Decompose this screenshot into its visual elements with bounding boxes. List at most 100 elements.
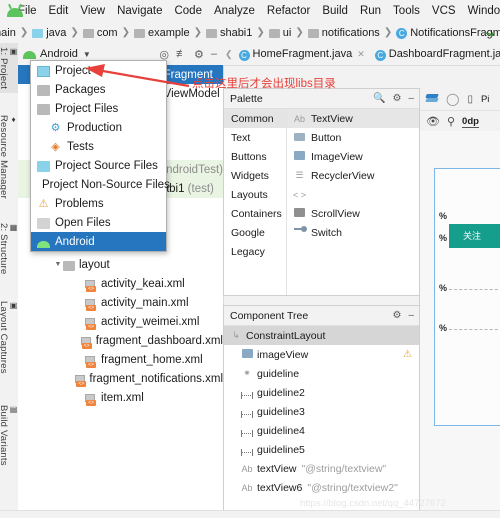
- project-tree-row[interactable]: <> item.xml: [18, 388, 223, 407]
- menu-navigate[interactable]: Navigate: [111, 3, 168, 19]
- project-tree-row[interactable]: <> activity_weimei.xml: [18, 312, 223, 331]
- xml-layout-icon: <>: [85, 317, 97, 330]
- project-tree-row[interactable]: <> fragment_notifications.xml: [18, 369, 223, 388]
- project-tree-row[interactable]: <> fragment_home.xml: [18, 350, 223, 369]
- palette-item-fragment[interactable]: < >: [287, 185, 420, 204]
- tab-dashboard-fragment[interactable]: C DashboardFragment.java ✕: [369, 43, 500, 65]
- settings-gear-icon[interactable]: ⚙: [194, 48, 204, 61]
- project-tree-row[interactable]: <> activity_main.xml: [18, 293, 223, 312]
- dropdown-item-tests[interactable]: ◈ Tests: [31, 137, 166, 156]
- hide-icon[interactable]: –: [408, 310, 414, 321]
- palette-item-scrollview[interactable]: ScrollView: [287, 204, 420, 223]
- palette-item-imageview[interactable]: ImageView: [287, 147, 420, 166]
- project-view-selector-label[interactable]: Android: [40, 48, 78, 60]
- project-panel-toolbar: ◎ ≢ ⚙ –: [159, 48, 223, 61]
- palette-category-text[interactable]: Text: [224, 128, 286, 147]
- device-label[interactable]: Pi: [481, 94, 489, 105]
- dropdown-item-open-files[interactable]: Open Files: [31, 213, 166, 232]
- design-canvas[interactable]: 关注 % % % %: [420, 131, 500, 517]
- component-tree-row[interactable]: imageView ⚠: [224, 345, 420, 364]
- menu-window[interactable]: Window: [462, 3, 500, 19]
- breadcrumb-item-main[interactable]: main❯: [0, 27, 32, 39]
- palette-category-containers[interactable]: Containers: [224, 204, 286, 223]
- jump-to-source-icon[interactable]: ➞: [482, 25, 496, 43]
- dropdown-item-problems[interactable]: ⚠ Problems: [31, 194, 166, 213]
- component-tree-row[interactable]: Ab textView6 "@string/textview2": [224, 478, 420, 497]
- palette-category-common[interactable]: Common: [224, 109, 286, 128]
- warning-icon[interactable]: ⚠: [403, 349, 412, 360]
- breadcrumb-item-notifications[interactable]: notifications ❯: [307, 27, 396, 39]
- palette-category-list[interactable]: Common Text Buttons Widgets Layouts Container…: [224, 109, 287, 295]
- component-tree-rows[interactable]: ↳ ConstraintLayout imageView ⚠ ⁕ guideline gui…: [224, 326, 420, 511]
- breadcrumb: main❯ java❯ com❯ example❯ shabi1❯ ui❯ no…: [0, 22, 500, 44]
- component-tree-row[interactable]: guideline4: [224, 421, 420, 440]
- component-tree-row[interactable]: ⁕ guideline: [224, 364, 420, 383]
- menu-edit[interactable]: Edit: [43, 3, 75, 19]
- breadcrumb-item-example[interactable]: example ❯: [133, 27, 206, 39]
- breadcrumb-item-java[interactable]: java ❯: [32, 27, 83, 39]
- device-icon[interactable]: ▯: [467, 94, 473, 105]
- default-margin-value[interactable]: 0dp: [462, 116, 479, 128]
- palette-item-button[interactable]: Button: [287, 128, 420, 147]
- palette-category-layouts[interactable]: Layouts: [224, 185, 286, 204]
- percent-label: %: [439, 211, 448, 221]
- palette-category-google[interactable]: Google: [224, 223, 286, 242]
- project-tree-row[interactable]: <> activity_keai.xml: [18, 274, 223, 293]
- menu-refactor[interactable]: Refactor: [261, 3, 316, 19]
- sidebar-item-structure[interactable]: ▦ 2: Structure: [0, 219, 18, 279]
- component-tree-row[interactable]: guideline3: [224, 402, 420, 421]
- breadcrumb-item-com[interactable]: com ❯: [82, 27, 134, 39]
- component-tree-row[interactable]: ↳ ConstraintLayout: [224, 326, 420, 345]
- palette-category-buttons[interactable]: Buttons: [224, 147, 286, 166]
- chevron-down-icon[interactable]: ▼: [83, 50, 91, 59]
- palette-category-widgets[interactable]: Widgets: [224, 166, 286, 185]
- settings-gear-icon[interactable]: ⚙: [392, 310, 401, 321]
- menu-tools[interactable]: Tools: [387, 3, 426, 19]
- layers-icon[interactable]: [425, 94, 439, 104]
- palette-item-textview[interactable]: Ab TextView: [287, 109, 420, 128]
- blueprint-off-icon[interactable]: ◯: [446, 92, 459, 106]
- sidebar-item-build-variants[interactable]: ▤ Build Variants: [0, 401, 18, 470]
- component-tree-row[interactable]: Ab textView "@string/textview": [224, 459, 420, 478]
- sidebar-item-layout-captures[interactable]: ▣ Layout Captures: [0, 297, 18, 378]
- dropdown-item-project-source-files[interactable]: Project Source Files: [31, 156, 166, 175]
- dropdown-item-project-files[interactable]: Project Files: [31, 99, 166, 118]
- menu-run[interactable]: Run: [354, 3, 387, 19]
- palette-item-recyclerview[interactable]: ☰ RecyclerView: [287, 166, 420, 185]
- breadcrumb-item-shabi1[interactable]: shabi1 ❯: [205, 27, 269, 39]
- sidebar-item-project[interactable]: ▣ 1: Project: [0, 43, 18, 94]
- project-tree-row[interactable]: <> fragment_dashboard.xml: [18, 331, 223, 350]
- menu-vcs[interactable]: VCS: [426, 3, 462, 19]
- follow-button-preview[interactable]: 关注: [449, 224, 500, 248]
- dropdown-item-project-non-source-files[interactable]: Project Non-Source Files: [31, 175, 170, 194]
- close-icon[interactable]: ✕: [357, 49, 365, 60]
- dropdown-item-production[interactable]: ⚙ Production: [31, 118, 166, 137]
- palette-item-switch[interactable]: Switch: [287, 223, 420, 242]
- device-preview[interactable]: 关注: [434, 168, 500, 426]
- palette-category-legacy[interactable]: Legacy: [224, 242, 286, 261]
- project-tree-row[interactable]: ▼ layout: [18, 255, 223, 274]
- recyclerview-icon: ☰: [295, 170, 304, 180]
- sidebar-item-resource-manager[interactable]: ♦ Resource Manager: [0, 111, 18, 203]
- tab-home-fragment[interactable]: C HomeFragment.java ✕: [233, 43, 369, 65]
- component-tree-row[interactable]: guideline5: [224, 440, 420, 459]
- locate-icon[interactable]: ◎: [159, 48, 169, 61]
- menu-code[interactable]: Code: [168, 3, 208, 19]
- component-tree-row-label: guideline2: [257, 386, 305, 399]
- dropdown-item-android[interactable]: Android: [31, 232, 166, 251]
- hide-icon[interactable]: –: [408, 93, 414, 104]
- menu-view[interactable]: View: [74, 3, 111, 19]
- magnet-off-icon[interactable]: ⚲: [447, 115, 455, 128]
- menu-analyze[interactable]: Analyze: [208, 3, 261, 19]
- search-icon[interactable]: 🔍: [373, 93, 385, 104]
- breadcrumb-item-ui[interactable]: ui ❯: [268, 27, 308, 39]
- collapse-all-icon[interactable]: ≢: [176, 48, 187, 60]
- settings-gear-icon[interactable]: ⚙: [392, 93, 401, 104]
- hide-icon[interactable]: –: [211, 48, 217, 60]
- eye-icon[interactable]: 👁: [426, 115, 440, 128]
- tab-scroll-left-icon[interactable]: ❮: [225, 49, 233, 60]
- tree-twisty[interactable]: ▼: [53, 261, 63, 268]
- component-tree-row[interactable]: guideline2: [224, 383, 420, 402]
- palette-item-list[interactable]: Ab TextView Button ImageView ☰ RecyclerView < …: [287, 109, 420, 295]
- menu-build[interactable]: Build: [316, 3, 354, 19]
